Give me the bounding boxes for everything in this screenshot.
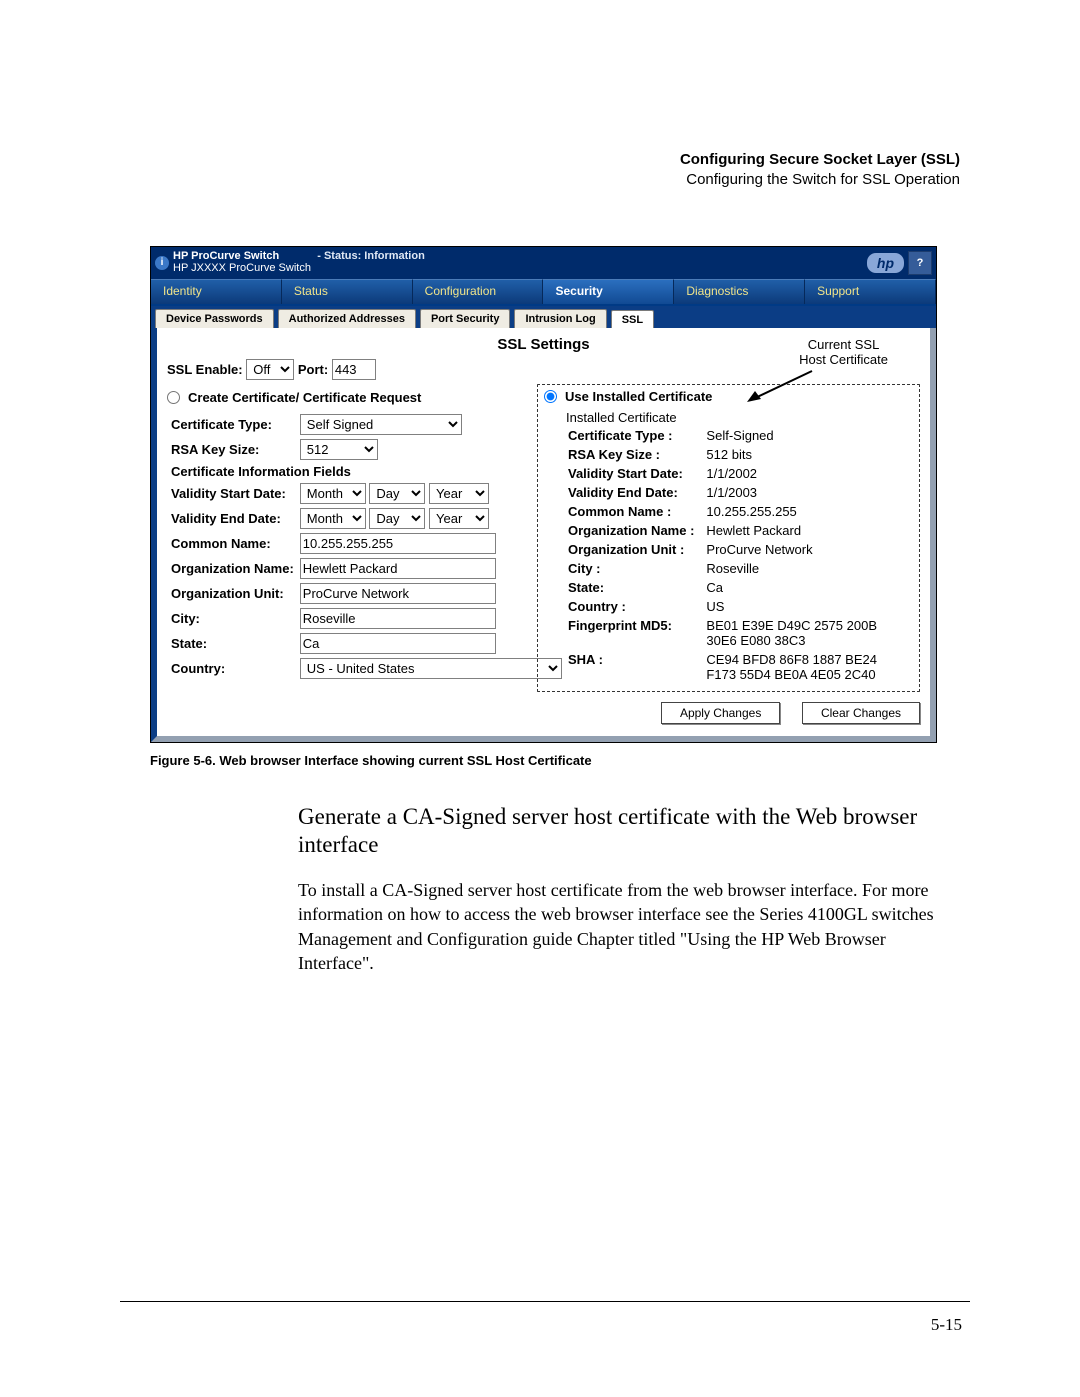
screenshot-figure: i HP ProCurve Switch - Status: Informati… — [150, 246, 960, 768]
ic-vstart-label: Validity Start Date: — [568, 465, 704, 482]
tab-status[interactable]: Status — [282, 279, 413, 304]
state-label: State: — [169, 632, 296, 655]
start-year-select[interactable]: Year — [429, 483, 489, 504]
ic-city-value: Roseville — [706, 560, 911, 577]
common-name-input[interactable] — [300, 533, 496, 554]
tab-diagnostics[interactable]: Diagnostics — [674, 279, 805, 304]
ssl-enable-select[interactable]: Off — [246, 359, 294, 380]
ic-city-label: City : — [568, 560, 704, 577]
ic-rsa-label: RSA Key Size : — [568, 446, 704, 463]
main-tab-bar: Identity Status Configuration Security D… — [151, 279, 936, 306]
ic-cn-label: Common Name : — [568, 503, 704, 520]
end-year-select[interactable]: Year — [429, 508, 489, 529]
installed-cert-info: Certificate Type :Self-Signed RSA Key Si… — [566, 425, 913, 685]
ic-on-value: Hewlett Packard — [706, 522, 911, 539]
end-month-select[interactable]: Month — [300, 508, 366, 529]
apply-changes-button[interactable]: Apply Changes — [661, 702, 780, 724]
figure-caption: Figure 5-6. Web browser Interface showin… — [150, 753, 960, 768]
use-installed-label: Use Installed Certificate — [565, 389, 712, 404]
org-unit-input[interactable] — [300, 583, 496, 604]
section-heading: Generate a CA-Signed server host certifi… — [298, 803, 960, 861]
cert-type-select[interactable]: Self Signed — [300, 414, 462, 435]
city-input[interactable] — [300, 608, 496, 629]
ic-cn-value: 10.255.255.255 — [706, 503, 911, 520]
org-name-input[interactable] — [300, 558, 496, 579]
city-label: City: — [169, 607, 296, 630]
current-ssl-label: Current SSL Host Certificate — [791, 333, 896, 371]
help-button[interactable]: ? — [908, 251, 932, 275]
ic-rsa-value: 512 bits — [706, 446, 911, 463]
port-input[interactable] — [332, 359, 376, 380]
section-paragraph: To install a CA-Signed server host certi… — [298, 878, 960, 975]
window-title: HP ProCurve Switch — [173, 250, 279, 262]
page-number: 5-15 — [931, 1315, 962, 1335]
ic-ou-value: ProCurve Network — [706, 541, 911, 558]
ic-type-value: Self-Signed — [706, 427, 911, 444]
ssl-enable-label: SSL Enable: — [167, 362, 243, 377]
hp-logo-icon: hp — [867, 253, 904, 273]
subtab-port-security[interactable]: Port Security — [420, 309, 510, 328]
common-name-label: Common Name: — [169, 532, 296, 555]
tab-identity[interactable]: Identity — [151, 279, 282, 304]
create-certificate-section: Create Certificate/ Certificate Request … — [167, 390, 527, 692]
installed-header: Installed Certificate — [544, 410, 913, 425]
subtab-device-passwords[interactable]: Device Passwords — [155, 309, 274, 328]
sub-tab-bar: Device Passwords Authorized Addresses Po… — [151, 306, 936, 328]
header-title: Configuring Secure Socket Layer (SSL) — [680, 151, 960, 168]
subtab-intrusion-log[interactable]: Intrusion Log — [514, 309, 606, 328]
use-installed-radio[interactable] — [544, 390, 557, 403]
subtab-ssl[interactable]: SSL — [611, 310, 654, 329]
validity-start-label: Validity Start Date: — [169, 482, 296, 505]
tab-security[interactable]: Security — [543, 279, 674, 304]
ic-ou-label: Organization Unit : — [568, 541, 704, 558]
start-month-select[interactable]: Month — [300, 483, 366, 504]
ic-md5-label: Fingerprint MD5: — [568, 617, 704, 649]
tab-support[interactable]: Support — [805, 279, 936, 304]
titlebar: i HP ProCurve Switch - Status: Informati… — [151, 247, 936, 279]
certificate-form: Certificate Type: Self Signed RSA Key Si… — [167, 411, 566, 682]
ic-type-label: Certificate Type : — [568, 427, 704, 444]
cert-info-section-label: Certificate Information Fields — [169, 463, 564, 480]
ic-sha-label: SHA : — [568, 651, 704, 683]
ic-on-label: Organization Name : — [568, 522, 704, 539]
clear-changes-button[interactable]: Clear Changes — [802, 702, 920, 724]
info-icon: i — [155, 256, 169, 270]
ic-state-label: State: — [568, 579, 704, 596]
end-day-select[interactable]: Day — [369, 508, 425, 529]
ic-vend-label: Validity End Date: — [568, 484, 704, 501]
start-day-select[interactable]: Day — [369, 483, 425, 504]
ic-state-value: Ca — [706, 579, 911, 596]
country-label: Country: — [169, 657, 296, 680]
port-label: Port: — [298, 362, 328, 377]
document-header: Configuring Secure Socket Layer (SSL) Co… — [150, 150, 960, 191]
subtab-authorized-addresses[interactable]: Authorized Addresses — [278, 309, 416, 328]
validity-end-label: Validity End Date: — [169, 507, 296, 530]
org-name-label: Organization Name: — [169, 557, 296, 580]
ssl-settings-panel: SSL Settings Current SSL Host Certificat… — [157, 328, 930, 736]
create-cert-label: Create Certificate/ Certificate Request — [188, 390, 421, 405]
footer-rule — [120, 1301, 970, 1302]
tab-configuration[interactable]: Configuration — [413, 279, 544, 304]
ic-md5-value: BE01 E39E D49C 2575 200B 30E6 E080 38C3 — [706, 617, 911, 649]
state-input[interactable] — [300, 633, 496, 654]
ic-sha-value: CE94 BFD8 86F8 1887 BE24 F173 55D4 BE0A … — [706, 651, 911, 683]
window-status: - Status: Information — [317, 250, 425, 262]
country-select[interactable]: US - United States — [300, 658, 562, 679]
app-window: i HP ProCurve Switch - Status: Informati… — [150, 246, 937, 743]
button-row: Apply Changes Clear Changes — [167, 702, 920, 726]
ic-vstart-value: 1/1/2002 — [706, 465, 911, 482]
org-unit-label: Organization Unit: — [169, 582, 296, 605]
rsa-key-label: RSA Key Size: — [169, 438, 296, 461]
cert-type-label: Certificate Type: — [169, 413, 296, 436]
header-subtitle: Configuring the Switch for SSL Operation — [686, 171, 960, 188]
ic-country-label: Country : — [568, 598, 704, 615]
create-cert-radio[interactable] — [167, 391, 180, 404]
window-subtitle: HP JXXXX ProCurve Switch — [173, 262, 311, 274]
rsa-key-select[interactable]: 512 — [300, 439, 378, 460]
ic-vend-value: 1/1/2003 — [706, 484, 911, 501]
installed-certificate-section: Use Installed Certificate Installed Cert… — [537, 384, 920, 692]
ic-country-value: US — [706, 598, 911, 615]
